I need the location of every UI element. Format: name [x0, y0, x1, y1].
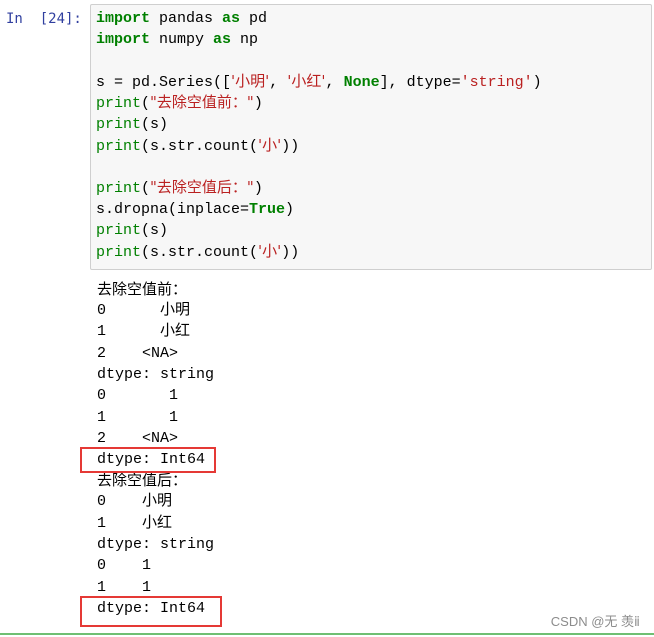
string-literal: "去除空值前：" [150, 93, 254, 111]
output-line-1: 去除空值前： [97, 280, 188, 298]
bottom-border [0, 633, 654, 635]
code-line-2: import numpy as np [96, 29, 258, 50]
code-line-3: s = pd.Series(['小明', '小红', None], dtype=… [96, 71, 542, 92]
code-text: ) [253, 180, 263, 197]
code-line-7: print("去除空值后：") [96, 177, 263, 198]
code-text: ], dtype= [379, 74, 461, 91]
code-text: (s) [141, 222, 169, 239]
code-line-8: s.dropna(inplace=True) [96, 199, 294, 220]
keyword: None [343, 74, 380, 91]
string-literal: 'string' [460, 74, 533, 91]
keyword: True [249, 201, 286, 218]
keyword: as [222, 10, 241, 27]
builtin-function: print [96, 222, 142, 239]
highlight-box-dtype-int64-after [80, 596, 222, 627]
code-text: ( [141, 95, 151, 112]
cell-prompt: In [24]: [6, 11, 82, 27]
code-text: (s.str.count( [141, 244, 259, 261]
code-text: pandas [150, 10, 223, 27]
string-literal: '小红' [287, 72, 326, 90]
builtin-function: print [96, 95, 142, 112]
string-literal: '小' [258, 136, 282, 154]
code-text: (s) [141, 116, 169, 133]
builtin-function: print [96, 138, 142, 155]
code-text: (s.str.count( [141, 138, 259, 155]
code-line-10: print(s.str.count('小')) [96, 241, 299, 262]
code-line-4: print("去除空值前：") [96, 92, 263, 113]
output-line-6: 0 1 [97, 387, 179, 404]
string-literal: '小明' [231, 72, 270, 90]
output-line-10: 去除空值后： [97, 471, 188, 489]
code-text: , [269, 74, 288, 91]
output-line-2: 0 小明 [97, 300, 190, 321]
code-text: s.dropna(inplace= [96, 201, 250, 218]
code-line-9: print(s) [96, 220, 168, 241]
code-text: ) [285, 201, 295, 218]
code-text: numpy [150, 31, 214, 48]
output-line-4: 2 <NA> [97, 345, 179, 362]
code-line-1: import pandas as pd [96, 8, 267, 29]
code-text: ) [253, 95, 263, 112]
builtin-function: print [96, 116, 142, 133]
code-text: ) [532, 74, 542, 91]
code-text: np [231, 31, 259, 48]
output-line-13: dtype: string [97, 536, 215, 553]
output-line-12: 1 小红 [97, 515, 173, 532]
builtin-function: print [96, 244, 142, 261]
builtin-function: print [96, 180, 142, 197]
output-line-3: 1 小红 [97, 321, 190, 342]
string-literal: "去除空值后：" [150, 178, 254, 196]
watermark: CSDN @无 羡ⅱ [550, 614, 640, 629]
code-line-6: print(s.str.count('小')) [96, 135, 299, 156]
code-text: pd [240, 10, 268, 27]
output-line-15: 1 1 [97, 579, 152, 596]
code-text: )) [281, 138, 300, 155]
highlight-box-dtype-int64-before [80, 447, 216, 473]
output-line-14: 0 1 [97, 557, 152, 574]
output-line-11: 0 小明 [97, 493, 173, 510]
output-line-5: dtype: string [97, 366, 215, 383]
code-text: )) [281, 244, 300, 261]
keyword: as [213, 31, 232, 48]
keyword: import [96, 10, 151, 27]
keyword: import [96, 31, 151, 48]
output-text: 1 小红 [97, 323, 191, 340]
output-text: 0 小明 [97, 302, 191, 319]
output-line-8: 2 <NA> [97, 430, 179, 447]
code-text: , [325, 74, 344, 91]
code-text: ( [141, 180, 151, 197]
string-literal: '小' [258, 242, 282, 260]
code-line-5: print(s) [96, 114, 168, 135]
output-line-7: 1 1 [97, 409, 179, 426]
code-text: s = pd.Series([ [96, 74, 232, 91]
